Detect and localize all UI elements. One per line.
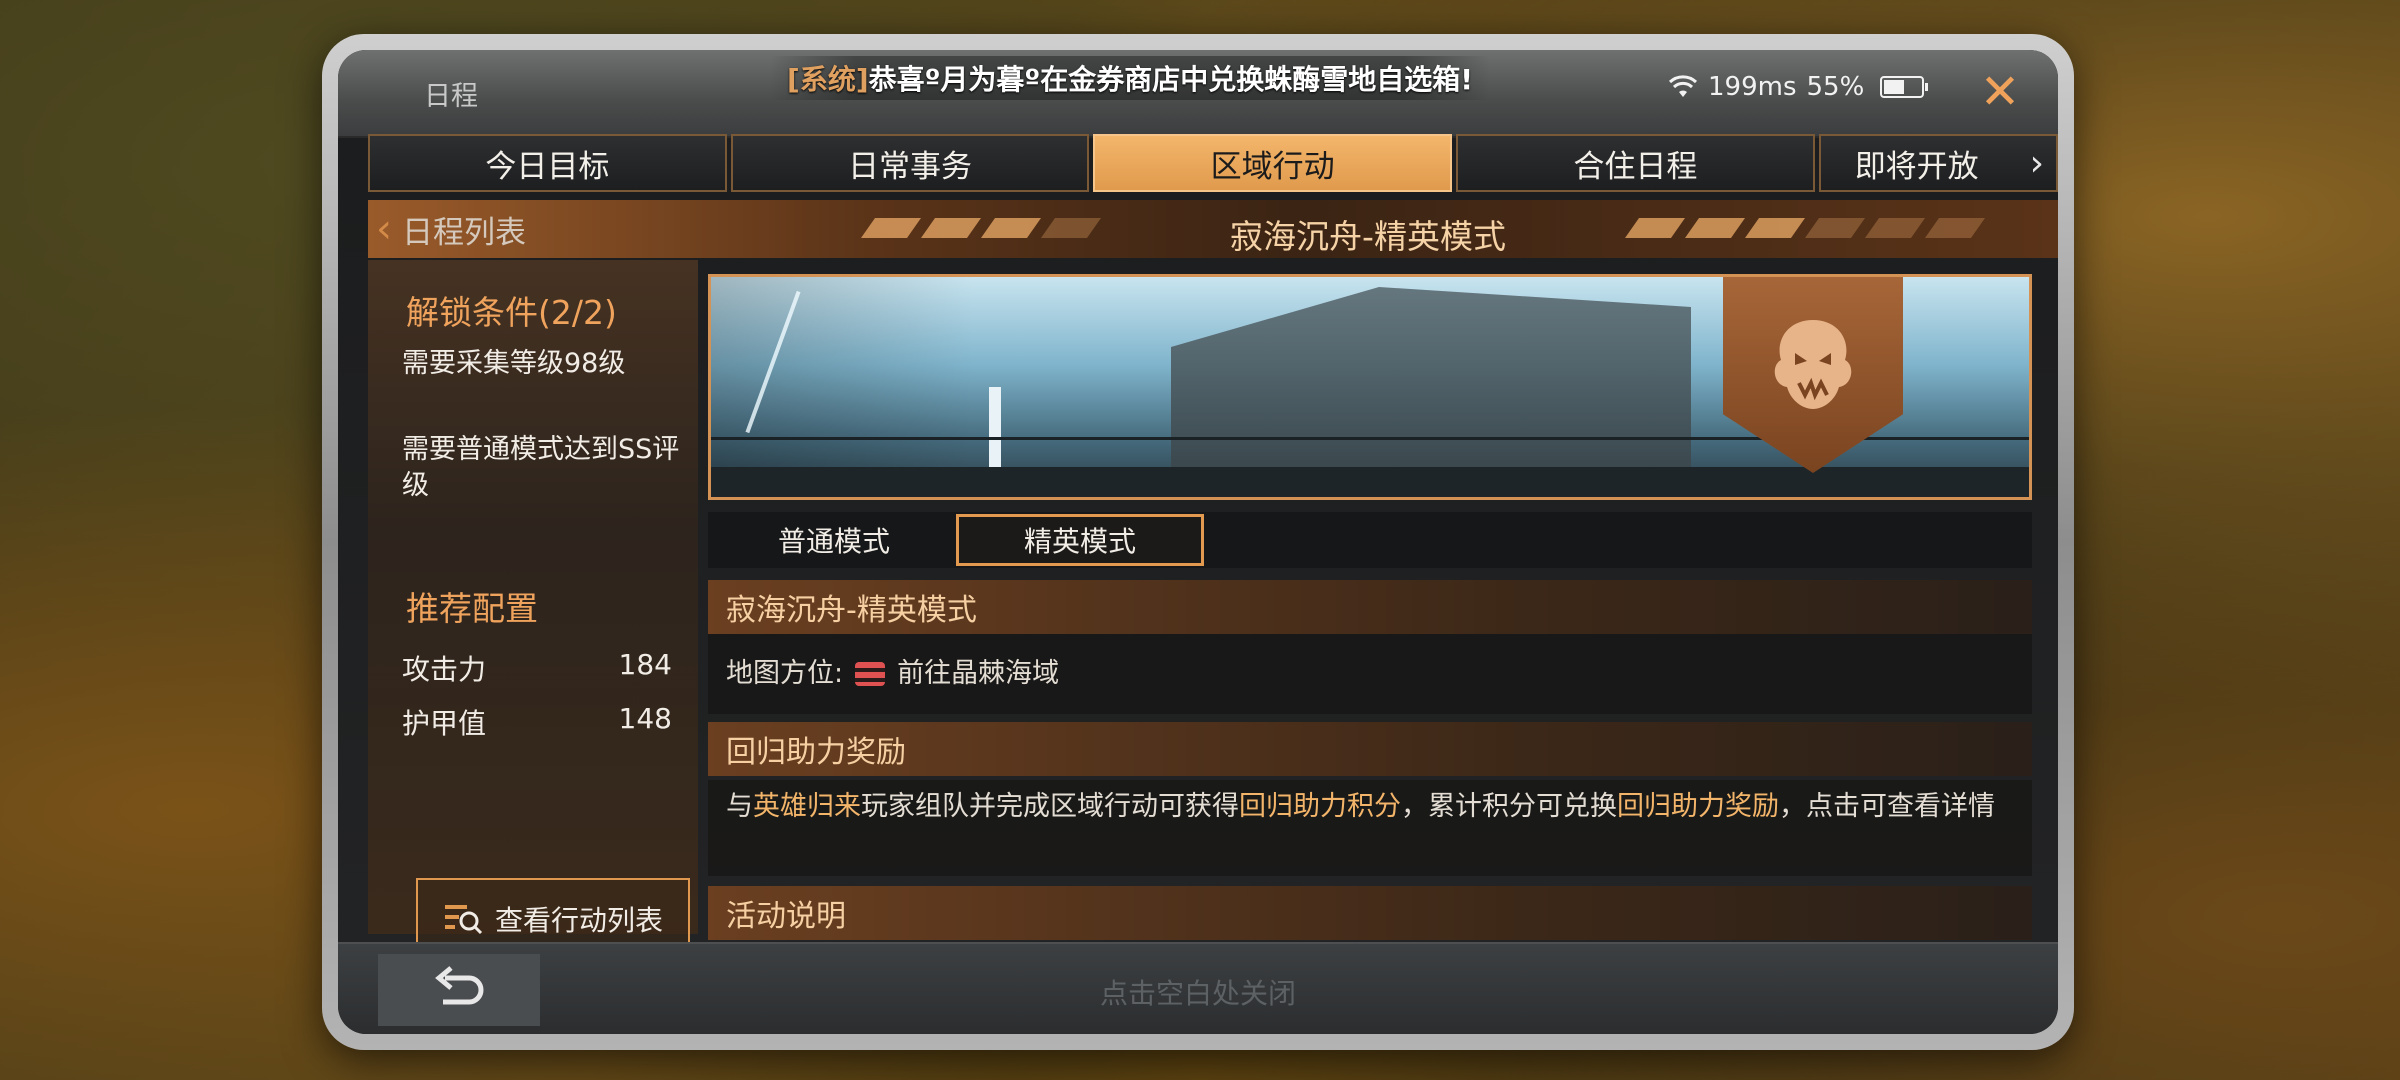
mission-banner-image (708, 274, 2032, 500)
stat-armor: 护甲值 148 (402, 702, 672, 742)
location-value[interactable]: 前往晶棘海域 (897, 657, 1059, 691)
announcement-text: 恭喜º月为暮º在金券商店中兑换蛛酶雪地自选箱! (868, 63, 1473, 96)
device-frame: 日程 [系统] 恭喜º月为暮º在金券商店中兑换蛛酶雪地自选箱! 199ms 55… (322, 34, 2074, 1050)
reward-text-1: 与 (726, 791, 753, 822)
wifi-icon (1668, 75, 1698, 97)
tab-today-goals[interactable]: 今日目标 (368, 134, 727, 192)
normal-mode-button[interactable]: 普通模式 (710, 514, 958, 566)
unlock-conditions-title: 解锁条件(2/2) (406, 293, 617, 332)
title-strip: ‹ 日程列表 寂海沉舟-精英模式 (368, 200, 2058, 258)
tab-cohabit-schedule[interactable]: 合住日程 (1456, 134, 1815, 192)
bottom-bar: 点击空白处关闭 (338, 942, 2058, 1034)
reward-highlight-points: 回归助力积分 (1239, 791, 1401, 822)
battery-percent: 55% (1806, 72, 1865, 102)
status-area: 199ms 55% (1668, 72, 1929, 102)
decor-stripes-left (860, 218, 1102, 238)
elite-mode-button[interactable]: 精英模式 (956, 514, 1204, 566)
page-title: 寂海沉舟-精英模式 (1230, 217, 1506, 256)
tab-coming-soon[interactable]: 即将开放 › (1818, 134, 2058, 192)
reward-text-2: 玩家组队并完成区域行动可获得 (861, 791, 1239, 822)
reward-text-4: ，点击可查看详情 (1779, 791, 1995, 822)
condition-gather-level: 需要采集等级98级 (402, 348, 626, 379)
reward-highlight-reward: 回归助力奖励 (1617, 791, 1779, 822)
condition-normal-mode: 需要普通模式达到SS评级 (402, 434, 680, 501)
reward-highlight-hero-return: 英雄归来 (753, 791, 861, 822)
list-search-icon (444, 905, 483, 935)
stat-attack: 攻击力 184 (402, 648, 672, 688)
section-activity-title: 活动说明 (708, 886, 2032, 940)
stat-attack-value: 184 (618, 648, 672, 681)
location-label: 地图方位: (726, 658, 844, 689)
system-announcement: [系统] 恭喜º月为暮º在金券商店中兑换蛛酶雪地自选箱! (770, 56, 1490, 100)
schedule-list-label: 日程列表 (402, 214, 526, 251)
top-bar: 日程 [系统] 恭喜º月为暮º在金券商店中兑换蛛酶雪地自选箱! 199ms 55… (338, 50, 2058, 138)
section-mission-title: 寂海沉舟-精英模式 (708, 580, 2032, 634)
left-panel: 解锁条件(2/2) 需要采集等级98级 需要普通模式达到SS评级 推荐配置 攻击… (368, 260, 698, 960)
system-tag: [系统] (787, 63, 869, 96)
stat-armor-label: 护甲值 (402, 707, 487, 740)
difficulty-mode-bar: 普通模式 精英模式 (708, 512, 2032, 568)
stat-armor-value: 148 (618, 702, 672, 735)
close-button[interactable]: ✕ (1970, 62, 2030, 122)
reward-text-3: ，累计积分可兑换 (1401, 791, 1617, 822)
chevron-left-icon: ‹ (376, 206, 392, 252)
monster-emblem-icon (1723, 277, 1903, 473)
schedule-label: 日程 (424, 81, 478, 112)
tab-daily-affairs[interactable]: 日常事务 (730, 134, 1090, 192)
close-hint: 点击空白处关闭 (1099, 977, 1296, 1010)
section-reward-title: 回归助力奖励 (708, 722, 2032, 776)
game-screen: 日程 [系统] 恭喜º月为暮º在金券商店中兑换蛛酶雪地自选箱! 199ms 55… (338, 50, 2058, 1034)
schedule-list-button[interactable]: ‹ 日程列表 (368, 200, 748, 258)
tab-region-action[interactable]: 区域行动 (1093, 134, 1453, 192)
recommend-title: 推荐配置 (406, 589, 538, 628)
battery-icon (1880, 76, 1929, 98)
ping-value: 199ms (1708, 72, 1797, 102)
category-tabs: 今日目标 日常事务 区域行动 合住日程 即将开放 › (368, 134, 2058, 196)
reward-description[interactable]: 与英雄归来玩家组队并完成区域行动可获得回归助力积分，累计积分可兑换回归助力奖励，… (708, 780, 2032, 876)
decor-stripes-right (1624, 218, 1986, 238)
view-action-list-label: 查看行动列表 (494, 904, 663, 937)
tab-coming-soon-label: 即将开放 (1854, 148, 1979, 185)
map-marker-icon (855, 662, 886, 686)
stat-attack-label: 攻击力 (402, 653, 487, 686)
location-section: 地图方位: 前往晶棘海域 (708, 634, 2032, 714)
chevron-right-icon[interactable]: › (2030, 143, 2044, 184)
